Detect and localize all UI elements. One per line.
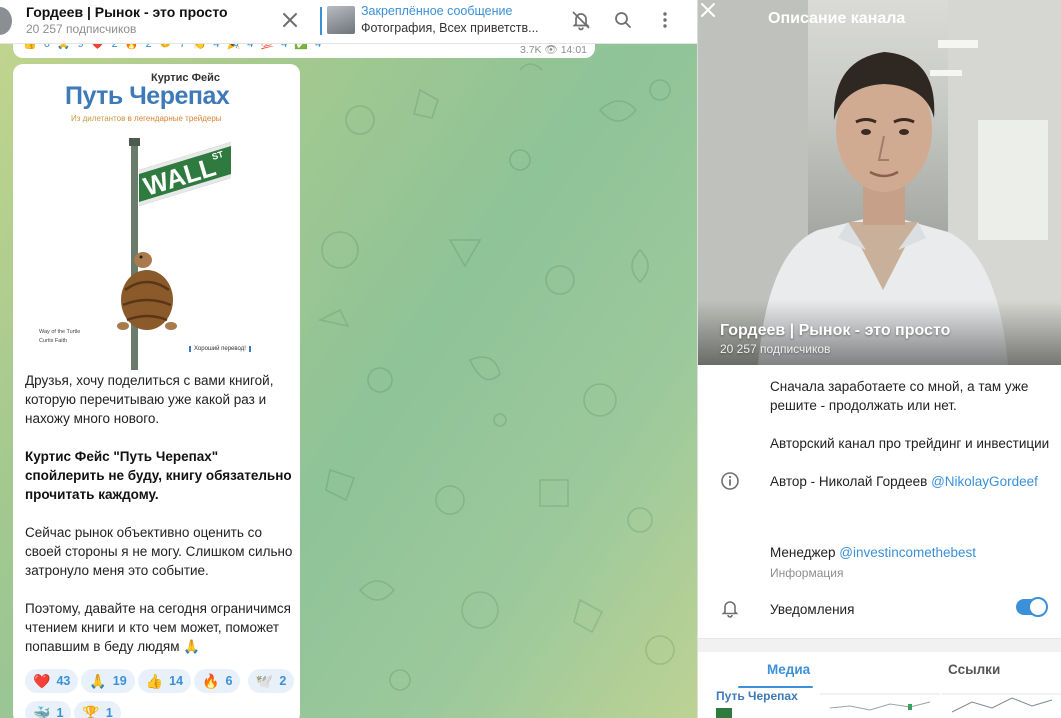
author-link[interactable]: @NikolayGordeef xyxy=(931,474,1038,489)
media-thumbnail[interactable]: Путь Черепах xyxy=(698,688,818,718)
message-paragraph: Поэтому, давайте на сегодня ограничимся … xyxy=(25,601,291,654)
mute-bell-icon[interactable] xyxy=(570,9,592,31)
search-icon[interactable] xyxy=(612,9,634,31)
eye-icon: 👁 xyxy=(544,44,561,56)
book-title: Путь Черепах xyxy=(65,82,230,110)
reaction-fire[interactable]: 🔥 6 xyxy=(194,669,241,693)
message-paragraph: Сейчас рынок объективно оценить со своей… xyxy=(25,525,293,578)
info-caption: Информация xyxy=(770,566,844,580)
previous-reactions[interactable]: 👍 6 🙏 9 ❤️ 2 🔥 2 🤝 7 👏 4 🎉 4 💯 4 ✅ 4 xyxy=(23,44,323,50)
fire-icon: 🔥 xyxy=(202,672,220,689)
reaction-heart[interactable]: ❤️ 43 xyxy=(25,669,79,693)
bold-line-2: спойлерить не буду, книгу обязательно пр… xyxy=(25,468,292,502)
author-prefix: Автор - Николай Гордеев xyxy=(770,474,932,489)
notifications-label: Уведомления xyxy=(770,602,855,617)
pinned-bar xyxy=(320,7,322,35)
reaction-count: 6 xyxy=(225,674,233,688)
book-subtitle-start: Из дилетантов xyxy=(71,114,128,123)
media-thumbnail[interactable] xyxy=(942,688,1061,718)
trophy-icon: 🏆 xyxy=(82,704,100,718)
pinned-thumbnail[interactable] xyxy=(327,6,355,34)
book-english-title: Way of the Turtle xyxy=(39,329,81,335)
thumbnail-art xyxy=(716,708,732,718)
manager-prefix: Менеджер xyxy=(770,545,840,560)
channel-name: Гордеев | Рынок - это просто xyxy=(720,322,951,339)
chat-header: Гордеев | Рынок - это просто 20 257 подп… xyxy=(0,0,697,44)
message-paragraph-bold: Куртис Фейс "Путь Черепах" спойлерить не… xyxy=(25,447,297,504)
reaction-trophy[interactable]: 🏆 1 xyxy=(74,701,121,718)
tab-links[interactable]: Ссылки xyxy=(948,662,1000,677)
chat-pane: Гордеев | Рынок - это просто 20 257 подп… xyxy=(0,0,697,718)
message-text: Друзья, хочу поделиться с вами книгой, к… xyxy=(25,371,297,675)
channel-photo[interactable]: Описание канала Гордеев | Рынок - это пр… xyxy=(698,0,1061,365)
bell-icon xyxy=(721,601,739,618)
reaction-count: 1 xyxy=(56,706,64,718)
book-badge: Хороший перевод! xyxy=(189,346,251,352)
street-sign-turtle-illustration: WALL ST xyxy=(117,138,231,370)
reaction-count: 43 xyxy=(56,674,71,688)
more-vertical-icon[interactable] xyxy=(654,9,676,31)
reaction-count: 14 xyxy=(169,674,184,688)
heart-icon: ❤️ xyxy=(33,672,51,689)
chat-title[interactable]: Гордеев | Рынок - это просто xyxy=(26,4,228,20)
description-line: Сначала заработаете со мной, а там уже р… xyxy=(770,379,1029,413)
message-paragraph: Друзья, хочу поделиться с вами книгой, к… xyxy=(25,373,274,426)
notifications-toggle[interactable] xyxy=(1016,597,1048,617)
media-thumbnail[interactable] xyxy=(820,688,940,718)
section-divider xyxy=(698,638,1061,652)
pinned-text[interactable]: Фотография, Всех приветств... xyxy=(361,21,539,35)
tab-media[interactable]: Медиа xyxy=(767,662,810,677)
description-line: Авторский канал про трейдинг и инвестици… xyxy=(770,436,1050,451)
view-count: 3.7K xyxy=(519,44,542,56)
media-grid: Путь Черепах xyxy=(698,688,1061,718)
channel-description: Сначала заработаете со мной, а там уже р… xyxy=(770,377,1056,510)
close-panel-icon[interactable] xyxy=(698,0,718,20)
whale-icon: 🐳 xyxy=(33,704,51,718)
dove-icon: 🕊️ xyxy=(255,672,274,689)
reaction-dove[interactable]: 🕊️ 2 xyxy=(247,669,295,693)
close-icon[interactable] xyxy=(279,9,301,31)
book-english-author: Curtis Faith xyxy=(39,338,68,344)
chart-thumbnail xyxy=(820,693,940,711)
chart-thumbnail xyxy=(942,693,1061,713)
channel-avatar[interactable] xyxy=(0,7,12,35)
thumbs-up-icon: 👍 xyxy=(145,672,164,689)
reaction-count: 1 xyxy=(105,706,113,718)
media-tabs: Медиа Ссылки xyxy=(698,652,1061,688)
toggle-knob xyxy=(1028,597,1048,617)
thumbnail-title: Путь Черепах xyxy=(716,689,798,703)
pray-icon: 🙏 xyxy=(89,672,107,689)
message-bubble[interactable]: Куртис Фейс Путь Черепах Из дилетантов в… xyxy=(13,64,300,718)
reaction-count: 2 xyxy=(279,674,287,688)
info-icon xyxy=(721,472,739,490)
book-footer-left: Way of the Turtle Curtis Faith xyxy=(39,328,80,346)
channel-info-panel: Описание канала Гордеев | Рынок - это пр… xyxy=(697,0,1061,718)
person-photo-illustration xyxy=(698,0,1061,365)
reaction-count: 19 xyxy=(112,674,127,688)
book-subtitle: Из дилетантов в легендарные трейдеры xyxy=(71,114,222,123)
reaction-pray[interactable]: 🙏 19 xyxy=(81,669,135,693)
panel-title: Описание канала xyxy=(768,10,906,27)
previous-meta: 3.7K 👁 14:01 xyxy=(520,44,587,56)
bold-line-1: Куртис Фейс "Путь Черепах" xyxy=(25,449,219,464)
chat-subscribers: 20 257 подписчиков xyxy=(26,22,137,36)
pinned-label[interactable]: Закреплённое сообщение xyxy=(361,4,512,18)
book-cover-image[interactable]: Куртис Фейс Путь Черепах Из дилетантов в… xyxy=(21,66,287,370)
manager-line: Менеджер @investincomethebest xyxy=(770,545,976,560)
book-subtitle-highlight: в легендарные трейдеры xyxy=(127,114,222,123)
message-time: 14:01 xyxy=(560,44,587,56)
manager-link[interactable]: @investincomethebest xyxy=(839,545,976,560)
reactions-bar: ❤️ 43 🙏 19 👍 14 🔥 6 🕊️ 2 🐳 1 🏆 1 xyxy=(25,669,300,718)
previous-message: 👍 6 🙏 9 ❤️ 2 🔥 2 🤝 7 👏 4 🎉 4 💯 4 ✅ 4 3.7… xyxy=(13,44,595,58)
channel-subscribers: 20 257 подписчиков xyxy=(720,342,831,356)
reaction-thumbs-up[interactable]: 👍 14 xyxy=(137,669,192,693)
author-line: Автор - Николай Гордеев @NikolayGordeef xyxy=(770,472,1056,491)
reaction-whale[interactable]: 🐳 1 xyxy=(25,701,72,718)
